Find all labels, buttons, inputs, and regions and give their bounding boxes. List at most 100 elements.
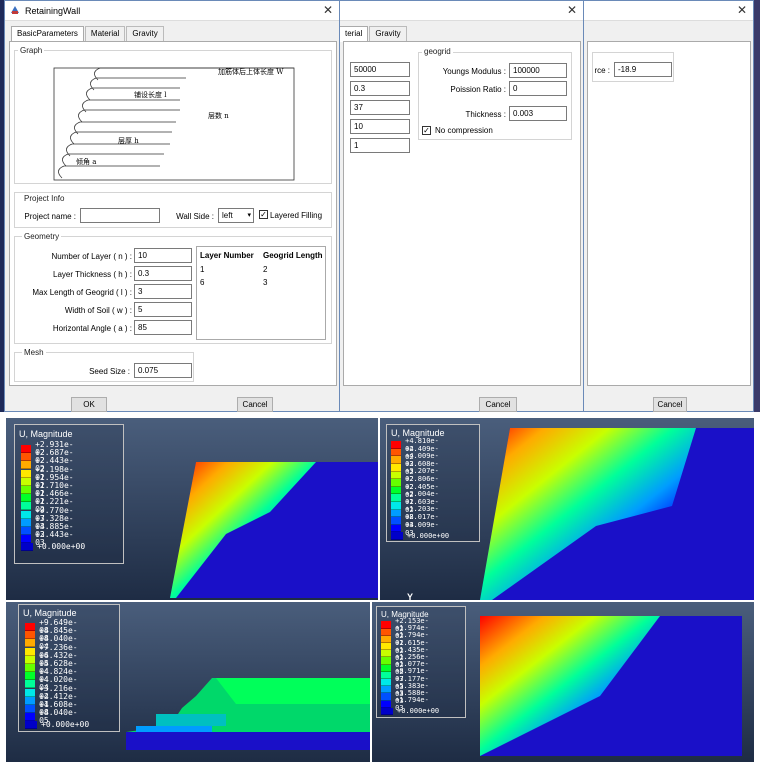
force-input[interactable] [614,62,672,77]
legend-swatch [21,444,32,454]
legend-swatch [21,535,32,544]
legend-swatch [25,647,36,656]
legend-swatch [25,672,36,681]
project-name-input[interactable] [80,208,160,223]
legend-swatch [25,639,36,648]
table-cell[interactable]: 1 [200,265,204,274]
mesh-title: Mesh [22,348,46,357]
layer-count-input[interactable] [134,248,192,263]
legend-row: +0.000e+00 [25,721,89,730]
seed-size-input[interactable] [134,363,192,378]
poisson-label: Poission Ratio : [450,85,506,94]
window-title: RetainingWall [25,6,81,16]
geogrid-group-title: geogrid [422,47,453,56]
ok-button[interactable]: OK [71,397,107,412]
result-panel-1: U, Magnitude +2.931e-02 +2.687e-02 +2.443e… [6,418,378,600]
layer-thickness-input[interactable] [134,266,192,281]
no-compression-checkbox[interactable]: ✓ [422,126,431,135]
tab-gravity[interactable]: Gravity [126,26,164,42]
tab-gravity[interactable]: Gravity [369,26,407,42]
legend-2: U, Magnitude +4.810e-02 +4.409e-02 +4.009e… [386,424,480,542]
legend-1: U, Magnitude +2.931e-02 +2.687e-02 +2.443e… [14,424,124,564]
result-panel-2: U, Magnitude +4.810e-02 +4.409e-02 +4.009e… [380,418,754,600]
material-value-3[interactable] [350,100,410,115]
table-cell[interactable]: 3 [263,278,267,287]
table-cell[interactable]: 2 [263,265,267,274]
cancel-button[interactable]: Cancel [237,397,273,412]
table-header-length: Geogrid Length [263,251,323,260]
graph-label-thickness: 层厚 h [118,137,139,145]
geometry-title: Geometry [22,232,62,241]
legend-swatch [21,510,32,519]
legend-swatch [21,494,32,503]
legend-row: +0.000e+00 [381,707,439,715]
legend-3: U, Magnitude +9.649e-04 +8.845e-04 +8.040e… [18,604,120,732]
legend-swatch [21,469,32,478]
geogrid-length-input[interactable] [134,284,192,299]
geogrid-length-label: Max Length of Geogrid ( l ) : [32,288,132,297]
retaining-wall-dialog: RetainingWall ✕ BasicParameters Material… [4,0,340,412]
material-dialog: ✕ terial Gravity geogrid Youngs Modulus … [338,0,584,412]
soil-width-label: Width of Soil ( w ) : [64,306,132,315]
material-value-4[interactable] [350,119,410,134]
youngs-input[interactable] [509,63,567,78]
result-panel-4: U, Magnitude +2.153e-02 +1.974e-02 +1.794e… [372,602,754,762]
thickness-input[interactable] [509,106,567,121]
tab-material[interactable]: Material [84,26,126,42]
horizontal-angle-label: Horizontal Angle ( a ) : [52,324,132,333]
background-app-strip-right [754,0,760,412]
graph-label-length: 铺设长度 l [134,90,167,99]
legend-value: +0.000e+00 [37,542,86,552]
result-panel-3: U, Magnitude +9.649e-04 +8.845e-04 +8.040e… [6,602,370,762]
chevron-down-icon: ▾ [247,212,251,219]
close-icon[interactable]: ✕ [567,3,577,17]
legend-swatch [25,721,37,730]
close-icon[interactable]: ✕ [737,3,747,17]
legend-swatch [25,688,36,697]
legend-swatch [25,655,36,664]
legend-swatch [21,485,32,495]
legend-swatch [21,502,32,511]
legend-swatch [25,622,36,632]
basic-parameters-panel: Graph 加筋体后上体长度 W 铺设长度 l 层数 n 层厚 h 倾角 a P… [9,41,337,386]
project-name-label: Project name : [24,212,76,221]
legend-swatch [21,543,33,552]
legend-swatch [25,680,36,689]
deformation-plot-3 [126,678,370,750]
gravity-dialog: ✕ rce : Cancel [582,0,754,412]
horizontal-angle-input[interactable] [134,320,192,335]
legend-title: U, Magnitude [23,608,77,618]
table-cell[interactable]: 6 [200,278,204,287]
layer-count-label: Number of Layer ( n ) : [51,252,132,261]
legend-swatch [21,526,32,536]
legend-swatch [21,453,32,462]
graph-label-top: 加筋体后上体长度 W [218,67,284,76]
legend-swatch [21,461,32,470]
material-value-1[interactable] [350,62,410,77]
cancel-button[interactable]: Cancel [479,397,517,412]
layered-filling-checkbox[interactable]: ✓ [259,210,268,219]
close-icon[interactable]: ✕ [323,3,333,17]
legend-swatch [25,663,36,673]
legend-swatch [25,713,36,722]
tab-material[interactable]: terial [339,26,369,42]
legend-swatch [21,518,32,527]
material-value-5[interactable] [350,138,410,153]
soil-width-input[interactable] [134,302,192,317]
tab-basic-parameters[interactable]: BasicParameters [11,26,84,42]
wall-graph: 加筋体后上体长度 W 铺设长度 l 层数 n 层厚 h 倾角 a [53,67,295,181]
table-header-layer: Layer Number [200,251,254,260]
gravity-panel: rce : [587,41,751,386]
poisson-input[interactable] [509,81,567,96]
legend-title: U, Magnitude [19,429,73,439]
material-value-2[interactable] [350,81,410,96]
app-icon [10,5,20,15]
cancel-button[interactable]: Cancel [653,397,687,412]
deformation-plot-4 [480,616,742,756]
wall-side-label: Wall Side : [176,212,214,221]
legend-row: +0.000e+00 [391,532,449,540]
legend-value: +0.000e+00 [397,707,440,716]
graph-label-angle: 倾角 a [76,157,96,166]
geogrid-table[interactable]: Layer Number Geogrid Length 1 2 6 3 [196,246,326,340]
wall-side-select[interactable]: left ▾ [218,208,254,223]
